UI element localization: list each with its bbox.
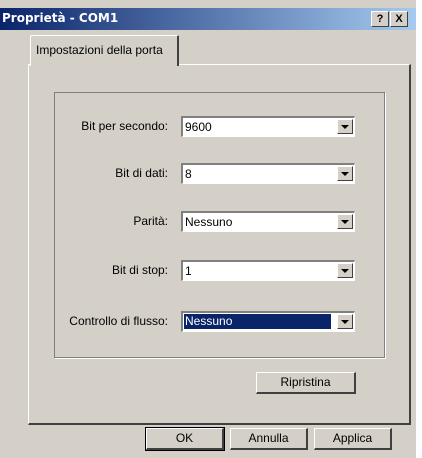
data-bits-value: 8: [185, 167, 192, 181]
close-button[interactable]: X: [390, 11, 408, 27]
flow-control-select[interactable]: Nessuno: [181, 311, 355, 332]
ok-button[interactable]: OK: [145, 427, 225, 451]
bits-per-second-select[interactable]: 9600: [181, 116, 355, 137]
tab-label: Impostazioni della porta: [36, 43, 163, 57]
parity-select[interactable]: Nessuno: [181, 211, 355, 232]
chevron-down-icon[interactable]: [337, 214, 353, 229]
stop-bits-value: 1: [185, 264, 192, 278]
data-bits-label: Bit di dati:: [115, 166, 168, 180]
bits-per-second-label: Bit per secondo:: [81, 119, 168, 133]
parity-label: Parità:: [133, 214, 168, 228]
cancel-button[interactable]: Annulla: [230, 428, 308, 450]
chevron-down-icon[interactable]: [337, 263, 353, 278]
tab-port-settings[interactable]: Impostazioni della porta: [30, 35, 179, 66]
stop-bits-select[interactable]: 1: [181, 260, 355, 281]
flow-control-label: Controllo di flusso:: [69, 314, 168, 328]
restore-button[interactable]: Ripristina: [256, 372, 356, 394]
apply-button[interactable]: Applica: [314, 428, 392, 450]
chevron-down-icon[interactable]: [337, 166, 353, 181]
properties-dialog: Proprietà - COM1 ? X Impostazioni della …: [0, 0, 416, 458]
stop-bits-label: Bit di stop:: [111, 263, 168, 277]
bits-per-second-value: 9600: [185, 120, 212, 134]
window-title: Proprietà - COM1: [2, 11, 119, 25]
parity-value: Nessuno: [185, 215, 233, 229]
chevron-down-icon[interactable]: [337, 314, 353, 329]
title-bar[interactable]: Proprietà - COM1 ? X: [0, 8, 416, 30]
chevron-down-icon[interactable]: [337, 119, 353, 134]
flow-control-value: Nessuno: [184, 314, 331, 329]
data-bits-select[interactable]: 8: [181, 163, 355, 184]
help-button[interactable]: ?: [371, 11, 389, 27]
